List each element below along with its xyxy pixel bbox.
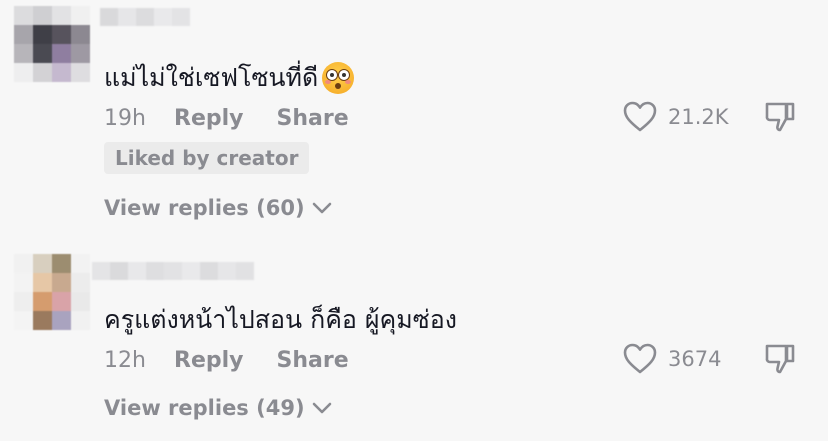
avatar[interactable] [14, 254, 90, 330]
heart-outline-icon[interactable] [622, 100, 658, 134]
heart-outline-icon[interactable] [622, 342, 658, 376]
comment-item: แม่ไม่ใช่เซฟโซนที่ดี 19h Reply Share 21.… [0, 0, 828, 230]
avatar[interactable] [14, 6, 90, 82]
comment-text: ครูแต่งหน้าไปสอน ก็คือ ผู้คุมซ่อง [104, 300, 457, 340]
timestamp: 12h [104, 347, 146, 373]
like-count: 21.2K [668, 105, 729, 129]
share-button[interactable]: Share [277, 348, 349, 373]
view-replies-label: View replies (60) [104, 196, 305, 220]
like-count: 3674 [668, 347, 722, 371]
view-replies-label: View replies (49) [104, 396, 305, 420]
chevron-down-icon [311, 201, 333, 215]
liked-by-creator-badge: Liked by creator [104, 142, 310, 174]
badge-label: Liked by creator [115, 146, 299, 170]
like-control[interactable]: 21.2K [622, 100, 729, 134]
timestamp: 19h [104, 105, 146, 131]
reply-button[interactable]: Reply [174, 106, 244, 131]
view-replies-button[interactable]: View replies (60) [104, 196, 333, 220]
comment-text: แม่ไม่ใช่เซฟโซนที่ดี [104, 58, 355, 98]
comment-meta: 12h Reply Share [104, 346, 349, 374]
thumbs-down-icon[interactable] [762, 99, 798, 135]
view-replies-button[interactable]: View replies (49) [104, 396, 333, 420]
comment-text-content: ครูแต่งหน้าไปสอน ก็คือ ผู้คุมซ่อง [104, 305, 457, 334]
username-redacted[interactable] [92, 262, 254, 280]
comment-item: ครูแต่งหน้าไปสอน ก็คือ ผู้คุมซ่อง 12h Re… [0, 240, 828, 441]
chevron-down-icon [311, 401, 333, 415]
reply-button[interactable]: Reply [174, 348, 244, 373]
like-control[interactable]: 3674 [622, 342, 721, 376]
share-button[interactable]: Share [277, 106, 349, 131]
comment-meta: 19h Reply Share [104, 104, 349, 132]
thumbs-down-icon[interactable] [762, 341, 798, 377]
username-redacted[interactable] [100, 8, 190, 26]
flushed-face-emoji [322, 62, 355, 94]
comment-text-content: แม่ไม่ใช่เซฟโซนที่ดี [104, 63, 319, 92]
